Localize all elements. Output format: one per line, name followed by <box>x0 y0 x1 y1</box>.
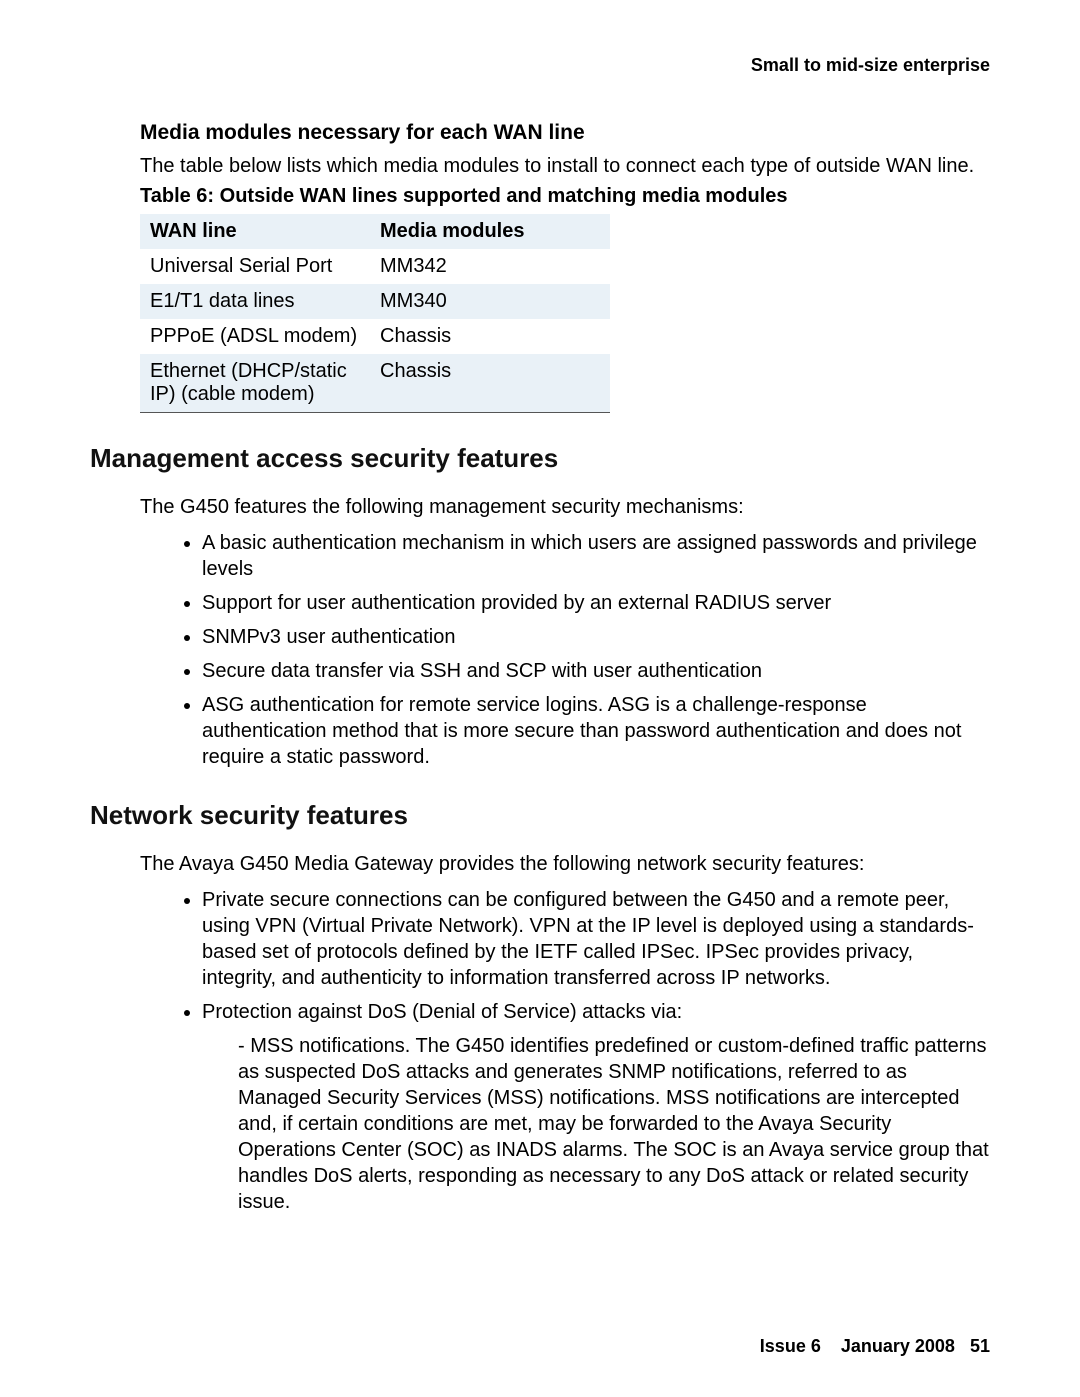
media-modules-intro: The table below lists which media module… <box>140 153 990 179</box>
cell-wan-line: Ethernet (DHCP/static IP) (cable modem) <box>140 354 370 413</box>
cell-media-modules: Chassis <box>370 354 610 413</box>
media-modules-block: Media modules necessary for each WAN lin… <box>90 121 990 413</box>
net-security-heading: Network security features <box>90 800 990 831</box>
footer-issue: Issue 6 <box>760 1336 821 1356</box>
list-item: Secure data transfer via SSH and SCP wit… <box>202 658 990 684</box>
net-security-sublist: MSS notifications. The G450 identifies p… <box>202 1033 990 1215</box>
table-row: E1/T1 data lines MM340 <box>140 284 610 319</box>
list-item: ASG authentication for remote service lo… <box>202 692 990 770</box>
cell-wan-line: PPPoE (ADSL modem) <box>140 319 370 354</box>
cell-wan-line: Universal Serial Port <box>140 249 370 284</box>
table-caption: Table 6: Outside WAN lines supported and… <box>140 185 990 208</box>
table-header-row: WAN line Media modules <box>140 214 610 249</box>
mgmt-security-block: Management access security features The … <box>90 443 990 770</box>
page: Small to mid-size enterprise Media modul… <box>0 0 1080 1397</box>
list-item: Protection against DoS (Denial of Servic… <box>202 999 990 1215</box>
table-row: Ethernet (DHCP/static IP) (cable modem) … <box>140 354 610 413</box>
list-item-text: Protection against DoS (Denial of Servic… <box>202 1001 682 1023</box>
net-security-intro: The Avaya G450 Media Gateway provides th… <box>140 851 990 877</box>
col-wan-line: WAN line <box>140 214 370 249</box>
net-security-list: Private secure connections can be config… <box>140 887 990 1215</box>
cell-media-modules: MM340 <box>370 284 610 319</box>
wan-table: WAN line Media modules Universal Serial … <box>140 214 610 413</box>
list-item: Support for user authentication provided… <box>202 590 990 616</box>
cell-media-modules: MM342 <box>370 249 610 284</box>
media-modules-heading: Media modules necessary for each WAN lin… <box>140 121 990 145</box>
cell-wan-line: E1/T1 data lines <box>140 284 370 319</box>
page-footer: Issue 6 January 2008 51 <box>760 1336 990 1357</box>
table-row: Universal Serial Port MM342 <box>140 249 610 284</box>
mgmt-security-intro: The G450 features the following manageme… <box>140 494 990 520</box>
footer-date: January 2008 <box>841 1336 955 1356</box>
mgmt-security-heading: Management access security features <box>90 443 990 474</box>
list-item: MSS notifications. The G450 identifies p… <box>238 1033 990 1215</box>
list-item: A basic authentication mechanism in whic… <box>202 530 990 582</box>
footer-page: 51 <box>970 1336 990 1356</box>
net-security-block: Network security features The Avaya G450… <box>90 800 990 1215</box>
table-row: PPPoE (ADSL modem) Chassis <box>140 319 610 354</box>
list-item: Private secure connections can be config… <box>202 887 990 991</box>
running-header: Small to mid-size enterprise <box>90 55 990 76</box>
col-media-modules: Media modules <box>370 214 610 249</box>
cell-media-modules: Chassis <box>370 319 610 354</box>
mgmt-security-list: A basic authentication mechanism in whic… <box>140 530 990 770</box>
list-item: SNMPv3 user authentication <box>202 624 990 650</box>
